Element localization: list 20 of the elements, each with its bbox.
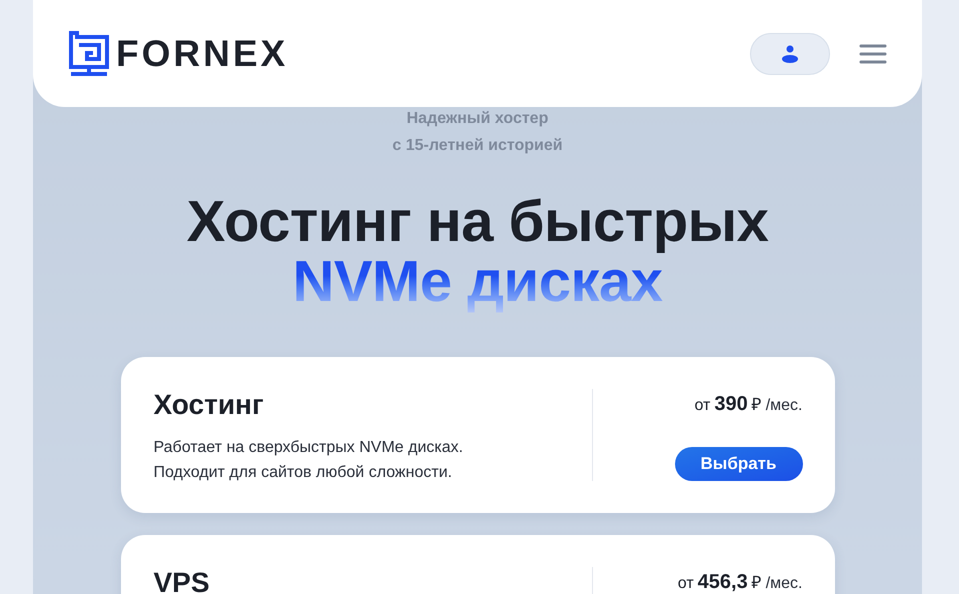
price-prefix: от bbox=[678, 574, 694, 594]
plan-description: Работает на сверхбыстрых NVMe дисках. Подходит для сайтов любой сложности. bbox=[154, 438, 464, 483]
logo-text: FORNEX bbox=[116, 35, 288, 72]
hero-title: Хостинг на быстрых bbox=[186, 193, 768, 251]
price-value: 390 bbox=[714, 392, 748, 417]
user-icon bbox=[781, 44, 799, 62]
select-button[interactable]: Выбрать bbox=[674, 447, 802, 481]
currency-sign: ₽ bbox=[752, 394, 762, 416]
account-button[interactable] bbox=[750, 32, 830, 74]
plan-title: Хостинг bbox=[154, 389, 265, 421]
price-prefix: от bbox=[694, 396, 710, 416]
plan-title: VPS bbox=[154, 567, 211, 594]
price-period: /мес. bbox=[766, 396, 802, 416]
currency-sign: ₽ bbox=[752, 572, 762, 594]
tagline-text: Надежный хостер bbox=[406, 109, 548, 129]
price-value: 456,3 bbox=[698, 570, 748, 594]
menu-icon[interactable] bbox=[859, 44, 887, 64]
logo-icon bbox=[69, 30, 110, 76]
price-period: /мес. bbox=[766, 574, 802, 594]
tagline-text: с 15-летней историей bbox=[392, 136, 563, 156]
